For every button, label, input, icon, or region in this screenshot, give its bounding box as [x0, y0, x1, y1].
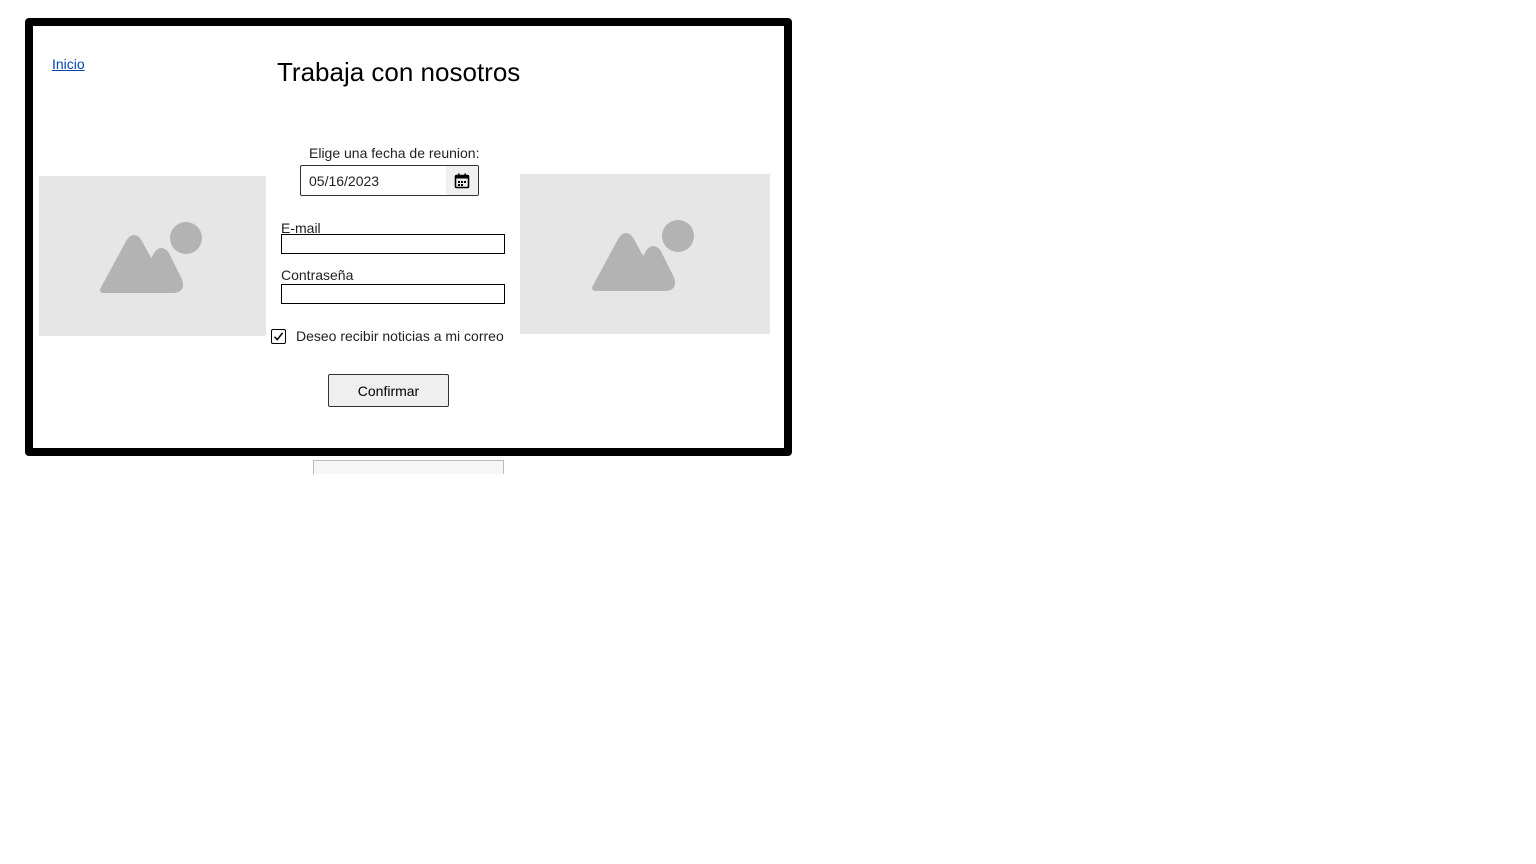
left-image-placeholder	[39, 176, 266, 336]
confirm-button[interactable]: Confirmar	[328, 374, 449, 407]
calendar-icon	[454, 173, 470, 188]
newsletter-label: Deseo recibir noticias a mi correo	[296, 328, 504, 344]
calendar-picker-button[interactable]	[446, 166, 478, 195]
newsletter-checkbox[interactable]	[271, 328, 286, 344]
home-link[interactable]: Inicio	[52, 56, 85, 72]
image-placeholder-icon	[592, 220, 694, 291]
date-value: 05/16/2023	[309, 172, 380, 189]
date-label: Elige una fecha de reunion:	[309, 145, 480, 161]
password-field[interactable]	[281, 284, 505, 304]
page-title: Trabaja con nosotros	[277, 57, 521, 87]
image-placeholder-icon	[100, 222, 202, 293]
checkmark-icon	[273, 331, 284, 341]
password-label: Contraseña	[281, 267, 354, 283]
email-field[interactable]	[281, 234, 505, 254]
newsletter-option[interactable]: Deseo recibir noticias a mi correo	[271, 328, 504, 344]
partial-panel-below	[313, 460, 504, 474]
app-frame: Inicio Trabaja con nosotros Elige una fe…	[25, 18, 792, 456]
right-image-placeholder	[520, 174, 770, 334]
meeting-date-input[interactable]: 05/16/2023	[300, 165, 479, 196]
